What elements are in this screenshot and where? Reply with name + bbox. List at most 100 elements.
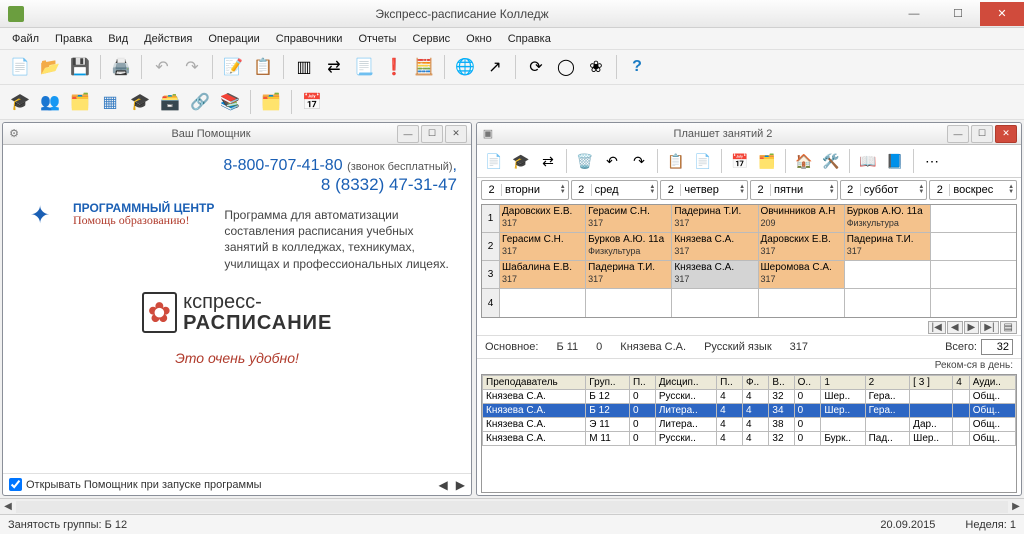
menu-service[interactable]: Сервис xyxy=(404,30,458,48)
helper-minimize-button[interactable]: — xyxy=(397,125,419,143)
planner-maximize-button[interactable]: ☐ xyxy=(971,125,993,143)
grid-prev-button[interactable]: ◀ xyxy=(947,321,963,334)
planner-close-button[interactable]: ✕ xyxy=(995,125,1017,143)
warning-icon[interactable]: ❗ xyxy=(380,53,408,81)
schedule-cell[interactable]: Падерина Т.И.317 xyxy=(845,233,931,260)
planner-minimize-button[interactable]: — xyxy=(947,125,969,143)
schedule-cell[interactable] xyxy=(931,261,1016,288)
abacus-icon[interactable]: 🧮 xyxy=(410,53,438,81)
hscroll-track[interactable] xyxy=(16,501,1008,513)
minimize-button[interactable]: — xyxy=(892,2,936,26)
schedule-cell[interactable] xyxy=(672,289,758,317)
close-button[interactable]: ✕ xyxy=(980,2,1024,26)
column-header[interactable]: [ 3 ] xyxy=(910,376,953,390)
print-icon[interactable]: 🖨️ xyxy=(107,53,135,81)
schedule-cell[interactable]: Шабалина Е.В.317 xyxy=(500,261,586,288)
pt-paste-icon[interactable]: 📄 xyxy=(690,148,716,174)
graduate-icon[interactable]: 🎓 xyxy=(6,88,34,116)
day-header[interactable]: 2суббот▲▼ xyxy=(840,180,928,200)
day-header[interactable]: 2пятни▲▼ xyxy=(750,180,838,200)
help-icon[interactable]: ? xyxy=(623,53,651,81)
helper-prev-button[interactable]: ◀ xyxy=(439,478,448,492)
schedule-cell[interactable]: Падерина Т.И.317 xyxy=(672,205,758,232)
swap-icon[interactable]: ⇄ xyxy=(320,53,348,81)
table-row[interactable]: Князева С.А.Э 110Литера..44380Дар..Общ.. xyxy=(483,418,1016,432)
schedule-cell[interactable] xyxy=(931,289,1016,317)
schedule-cell[interactable]: Бурков А.Ю. 11аФизкультура xyxy=(586,233,672,260)
table-row[interactable]: Князева С.А.Б 120Литера..44340Шер..Гера.… xyxy=(483,404,1016,418)
day-header[interactable]: 2четвер▲▼ xyxy=(660,180,748,200)
schedule-cell[interactable] xyxy=(759,289,845,317)
schedule-cell[interactable]: Герасим С.Н.317 xyxy=(500,233,586,260)
folder-icon[interactable]: 🗂️ xyxy=(66,88,94,116)
pt-tools-icon[interactable]: 🛠️ xyxy=(818,148,844,174)
workspace-hscroll[interactable]: ◀ ▶ xyxy=(0,498,1024,514)
column-header[interactable]: Дисцип.. xyxy=(655,376,716,390)
pt-cal-icon[interactable]: 📅 xyxy=(727,148,753,174)
maximize-button[interactable]: ☐ xyxy=(936,2,980,26)
menu-file[interactable]: Файл xyxy=(4,30,47,48)
graduate2-icon[interactable]: 🎓 xyxy=(126,88,154,116)
pt-grad-icon[interactable]: 🎓 xyxy=(508,148,534,174)
link-icon[interactable]: 🔗 xyxy=(186,88,214,116)
schedule-cell[interactable]: Герасим С.Н.317 xyxy=(586,205,672,232)
globe-icon[interactable]: 🌐 xyxy=(451,53,479,81)
edit-icon[interactable]: 📝 xyxy=(219,53,247,81)
pt-stack-icon[interactable]: 🗂️ xyxy=(754,148,780,174)
helper-maximize-button[interactable]: ☐ xyxy=(421,125,443,143)
schedule-cell[interactable] xyxy=(586,289,672,317)
redo-icon[interactable]: ↷ xyxy=(178,53,206,81)
windows-icon[interactable]: ▦ xyxy=(96,88,124,116)
column-header[interactable]: 1 xyxy=(821,376,865,390)
save-icon[interactable]: 💾 xyxy=(66,53,94,81)
sync-icon[interactable]: ◯ xyxy=(552,53,580,81)
pt-redo-icon[interactable]: ↷ xyxy=(626,148,652,174)
hscroll-left-icon[interactable]: ◀ xyxy=(0,501,16,512)
menu-dictionaries[interactable]: Справочники xyxy=(268,30,351,48)
schedule-cell[interactable]: Князева С.А.317 xyxy=(672,261,758,288)
day-header[interactable]: 2воскрес▲▼ xyxy=(929,180,1017,200)
column-header[interactable]: П.. xyxy=(629,376,655,390)
pt-del-icon[interactable]: 🗑️ xyxy=(572,148,598,174)
column-header[interactable]: 2 xyxy=(865,376,910,390)
column-header[interactable]: В.. xyxy=(769,376,794,390)
open-on-start-checkbox[interactable]: Открывать Помощник при запуске программы xyxy=(9,478,262,491)
menu-edit[interactable]: Правка xyxy=(47,30,100,48)
day-header[interactable]: 2вторни▲▼ xyxy=(481,180,569,200)
copy-icon[interactable]: 📋 xyxy=(249,53,277,81)
schedule-cell[interactable]: Князева С.А.317 xyxy=(672,233,758,260)
tree-icon[interactable]: 🗃️ xyxy=(156,88,184,116)
export-icon[interactable]: ↗ xyxy=(481,53,509,81)
pt-home-icon[interactable]: 🏠 xyxy=(791,148,817,174)
column-header[interactable]: Ауди.. xyxy=(969,376,1015,390)
schedule-cell[interactable] xyxy=(500,289,586,317)
folders-icon[interactable]: 🗂️ xyxy=(257,88,285,116)
schedule-cell[interactable]: Овчинников А.Н209 xyxy=(759,205,845,232)
schedule-cell[interactable] xyxy=(845,261,931,288)
schedule-cell[interactable]: Даровских Е.В.317 xyxy=(759,233,845,260)
schedule-cell[interactable]: Падерина Т.И.317 xyxy=(586,261,672,288)
menu-actions[interactable]: Действия xyxy=(136,30,200,48)
pt-more-icon[interactable]: ⋯ xyxy=(919,148,945,174)
schedule-cell[interactable]: Шеромова С.А.317 xyxy=(759,261,845,288)
menu-operations[interactable]: Операции xyxy=(200,30,267,48)
layout-icon[interactable]: ▥ xyxy=(290,53,318,81)
new-icon[interactable]: 📄 xyxy=(6,53,34,81)
users-icon[interactable]: 👥 xyxy=(36,88,64,116)
doc-icon[interactable]: 📃 xyxy=(350,53,378,81)
menu-help[interactable]: Справка xyxy=(500,30,559,48)
schedule-cell[interactable]: Даровских Е.В.317 xyxy=(500,205,586,232)
menu-window[interactable]: Окно xyxy=(458,30,500,48)
refresh-icon[interactable]: ⟳ xyxy=(522,53,550,81)
column-header[interactable]: Преподаватель xyxy=(483,376,586,390)
calendar-icon[interactable]: 📅 xyxy=(298,88,326,116)
grid-next-button[interactable]: ▶ xyxy=(964,321,980,334)
pt-book2-icon[interactable]: 📘 xyxy=(882,148,908,174)
hscroll-right-icon[interactable]: ▶ xyxy=(1008,501,1024,512)
column-header[interactable]: О.. xyxy=(794,376,821,390)
helper-next-button[interactable]: ▶ xyxy=(456,478,465,492)
total-input[interactable] xyxy=(981,339,1013,355)
pt-swap-icon[interactable]: ⇄ xyxy=(535,148,561,174)
open-icon[interactable]: 📂 xyxy=(36,53,64,81)
pt-undo-icon[interactable]: ↶ xyxy=(599,148,625,174)
